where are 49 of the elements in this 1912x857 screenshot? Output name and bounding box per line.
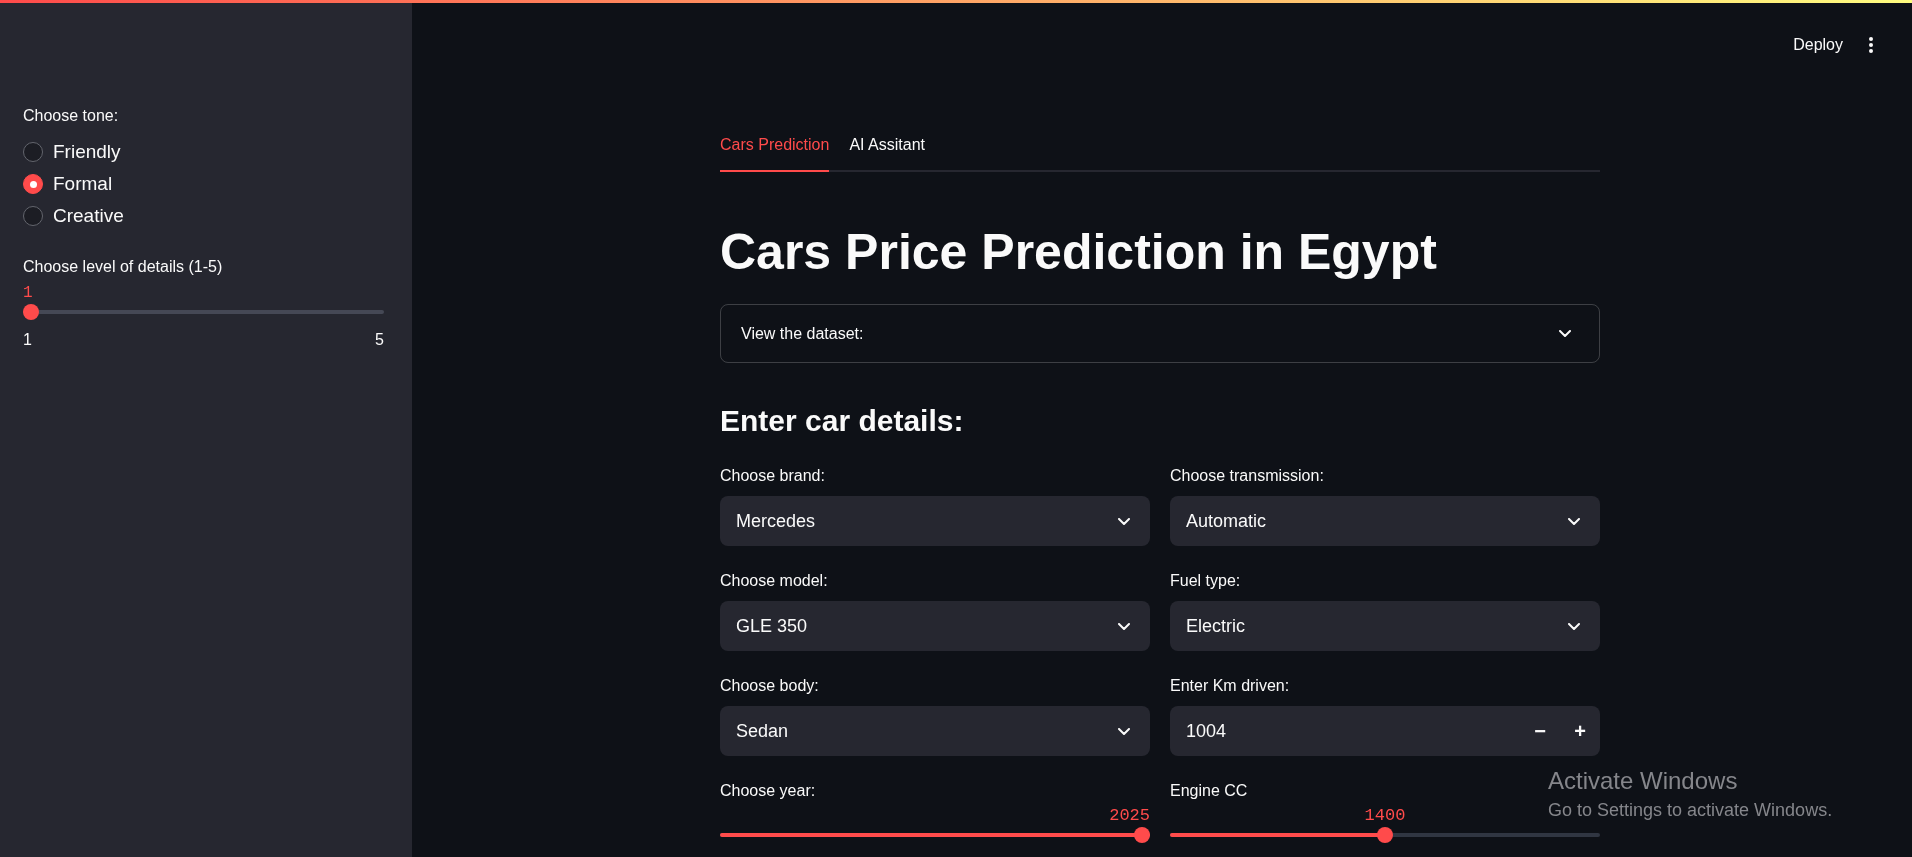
tab[interactable]: Cars Prediction (720, 135, 830, 172)
radio-button[interactable] (23, 142, 43, 162)
slider-min-label: 1 (23, 330, 32, 350)
activation-message: Go to Settings to activate Windows. (1548, 799, 1833, 821)
more-menu-icon[interactable] (1869, 37, 1873, 53)
field-label: Engine CC (1170, 781, 1249, 801)
slider-track[interactable] (23, 304, 384, 320)
decrement-button[interactable]: − (1520, 706, 1560, 756)
radio-label[interactable]: Creative (53, 204, 124, 228)
field-label: Choose model: (720, 571, 829, 591)
slider-value: 1400 (1364, 805, 1406, 827)
slider-track[interactable] (1170, 827, 1600, 843)
deploy-button[interactable]: Deploy (1781, 27, 1855, 63)
dropdown[interactable]: Automatic (1170, 496, 1600, 546)
increment-button[interactable]: + (1560, 706, 1600, 756)
expander[interactable]: View the dataset: (720, 304, 1600, 363)
field-label: Choose tone: (23, 106, 120, 126)
slider-max-label: 5 (375, 330, 384, 350)
chevron-down-icon (1118, 727, 1130, 735)
number-input[interactable]: 1004 (1170, 706, 1520, 756)
field-label: Choose level of details (1-5) (23, 257, 224, 277)
field-label: Choose transmission: (1170, 466, 1325, 486)
slider-value: 1 (23, 283, 33, 304)
page-title: Cars Price Prediction in Egypt (720, 223, 1438, 282)
dropdown[interactable]: GLE 350 (720, 601, 1150, 651)
chevron-down-icon (1568, 622, 1580, 630)
field-label: Enter Km driven: (1170, 676, 1291, 696)
slider-thumb[interactable] (1377, 827, 1393, 843)
section-heading: Enter car details: (720, 403, 965, 439)
radio-label[interactable]: Friendly (53, 140, 121, 164)
radio-button[interactable] (23, 174, 43, 194)
dropdown[interactable]: Sedan (720, 706, 1150, 756)
radio-label[interactable]: Formal (53, 172, 113, 196)
field-label: Choose year: (720, 781, 817, 801)
dropdown[interactable]: Electric (1170, 601, 1600, 651)
slider-track[interactable] (720, 827, 1150, 843)
activation-title: Activate Windows (1548, 766, 1739, 796)
slider-value: 2025 (1109, 805, 1150, 827)
tab[interactable]: AI Assitant (849, 135, 925, 172)
chevron-down-icon (1568, 517, 1580, 525)
chevron-down-icon (1118, 517, 1130, 525)
dropdown[interactable]: Mercedes (720, 496, 1150, 546)
radio-button[interactable] (23, 206, 43, 226)
chevron-down-icon (1118, 622, 1130, 630)
field-label: Fuel type: (1170, 571, 1242, 591)
slider-thumb[interactable] (1134, 827, 1150, 843)
field-label: Choose body: (720, 676, 820, 696)
field-label: Choose brand: (720, 466, 826, 486)
slider-thumb[interactable] (23, 304, 39, 320)
